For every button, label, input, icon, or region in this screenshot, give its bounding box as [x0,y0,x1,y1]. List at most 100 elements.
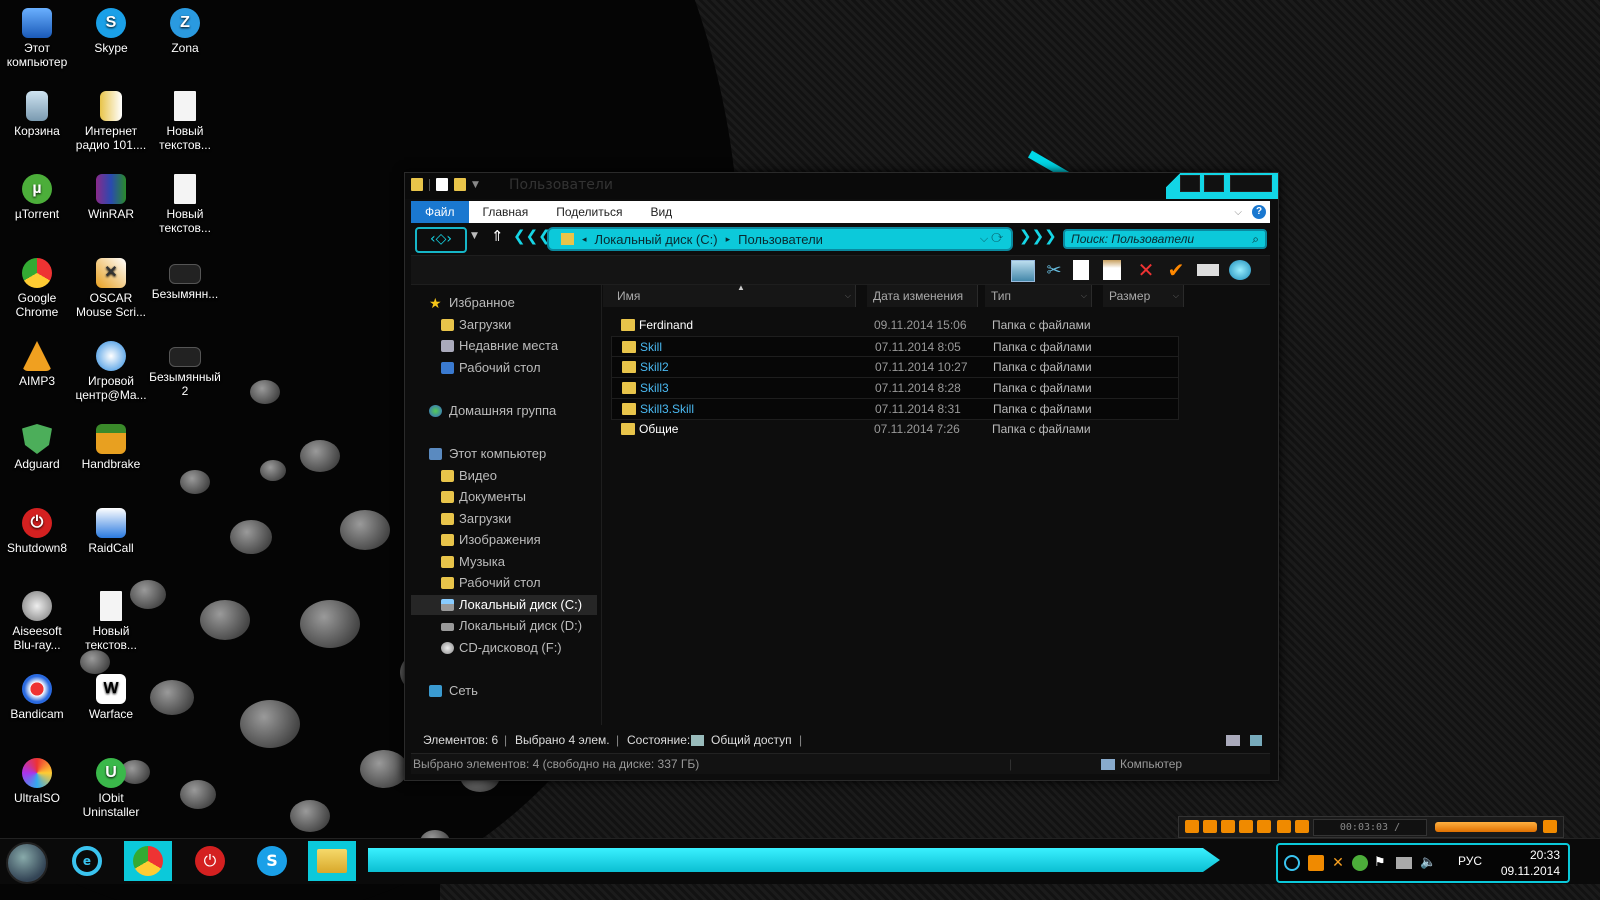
desktop-icon-shutdown8[interactable]: ⏻ Shutdown8 [0,502,74,555]
preview-pane-icon[interactable] [1011,260,1035,282]
minimize-button[interactable] [1180,175,1200,192]
nav-documents[interactable]: Документы [411,487,597,507]
new-folder-icon[interactable] [454,178,466,191]
explorer-window[interactable]: ▼ Пользователи Файл Главная Поделиться В… [404,172,1279,781]
desktop-icon-ultraiso[interactable]: UltraISO [0,752,74,805]
play-icon[interactable] [1185,820,1199,833]
desktop-icon-raidcall[interactable]: RaidCall [74,502,148,555]
table-row[interactable]: Skill 07.11.2014 8:05 Папка с файлами [611,335,1179,358]
nav-pictures[interactable]: Изображения [411,530,597,550]
checkmark-icon[interactable]: ✔ [1165,260,1187,280]
details-view-icon[interactable] [1226,735,1240,746]
table-row[interactable]: Skill3 07.11.2014 8:28 Папка с файлами [611,377,1179,400]
desktop-icon-utorrent[interactable]: µ µTorrent [0,168,74,221]
tiles-view-icon[interactable] [1250,735,1262,746]
copy-icon[interactable] [1073,260,1089,280]
chevron-down-icon[interactable]: ▼ [472,180,479,190]
nav-favorites[interactable]: ★ Избранное [411,293,597,313]
desktop-icon-this-pc[interactable]: Этот компьютер [0,2,74,69]
nav-homegroup[interactable]: Домашняя группа [411,401,597,421]
desktop-icon-textfile-3[interactable]: Новый текстов... [74,585,148,652]
tab-file[interactable]: Файл [411,201,469,223]
expand-ribbon-icon[interactable]: ⌵ [1234,207,1242,218]
nav-network[interactable]: Сеть [411,681,597,701]
taskbar-explorer[interactable] [308,841,356,881]
network-tray-icon[interactable] [1396,857,1412,869]
taskbar-ie[interactable]: e [64,841,112,881]
table-row[interactable]: Skill2 07.11.2014 10:27 Папка с файлами [611,356,1179,379]
desktop-icon-radio[interactable]: Интернет радио 101.... [74,85,148,152]
nav-downloads[interactable]: Загрузки [411,315,597,335]
address-bar[interactable]: ◂ Локальный диск (C:) ▸ Пользователи ⌵ ⟳ [547,227,1013,251]
tab-share[interactable]: Поделиться [542,201,636,223]
column-header-name[interactable]: Имя ▲ ⌵ [603,283,856,307]
ie-tray-icon[interactable] [1284,855,1300,871]
desktop-icon-iobit[interactable]: U IObit Uninstaller [74,752,148,819]
repeat-icon[interactable] [1277,820,1291,833]
properties-icon[interactable] [436,178,448,191]
paste-icon[interactable] [1103,260,1121,280]
desktop-icon-adguard[interactable]: Adguard [0,418,74,471]
nav-desktop-pc[interactable]: Рабочий стол [411,573,597,593]
maximize-button[interactable] [1204,175,1224,192]
clock[interactable]: 20:33 09.11.2014 [1501,847,1560,879]
oscar-tray-icon[interactable]: ✕ [1330,855,1346,871]
desktop-icon-oscar[interactable]: ✕ OSCAR Mouse Scri... [74,252,148,319]
player-close-icon[interactable] [1543,820,1557,833]
taskbar-shutdown8[interactable]: ⏻ [186,841,234,881]
close-button[interactable] [1230,175,1272,192]
desktop-icon-zona[interactable]: Z Zona [148,2,222,55]
tab-home[interactable]: Главная [469,201,543,223]
taskbar-chrome[interactable] [124,841,172,881]
nav-this-pc[interactable]: Этот компьютер [411,444,597,464]
address-dropdown-icon[interactable]: ⌵ ⟳ [980,233,1011,246]
desktop-icon-unnamed-1[interactable]: Безымянн... [148,252,222,301]
table-row[interactable]: Skill3.Skill 07.11.2014 8:31 Папка с файла… [611,397,1179,420]
volume-icon[interactable]: 🔈 [1420,855,1436,871]
breadcrumb-users[interactable]: Пользователи [738,232,823,247]
folder-icon[interactable] [411,178,423,191]
desktop-icon-textfile-1[interactable]: Новый текстов... [148,85,222,152]
globe-icon[interactable] [1229,260,1251,280]
stop-icon[interactable] [1221,820,1235,833]
desktop-icon-game-center[interactable]: Игровой центр@Ma... [74,335,148,402]
nav-cd-drive[interactable]: CD-дисковод (F:) [411,638,597,658]
column-header-date[interactable]: Дата изменения [867,285,978,307]
nav-desktop[interactable]: Рабочий стол [411,358,597,378]
desktop-icon-recycle-bin[interactable]: Корзина [0,85,74,138]
nav-video[interactable]: Видео [411,466,597,486]
previous-icon[interactable] [1239,820,1253,833]
desktop-icon-textfile-2[interactable]: Новый текстов... [148,168,222,235]
desktop-icon-winrar[interactable]: WinRAR [74,168,148,221]
pause-icon[interactable] [1203,820,1217,833]
desktop-icon-bandicam[interactable]: Bandicam [0,668,74,721]
aimp-tray-icon[interactable] [1308,855,1324,871]
desktop-icon-warface[interactable]: W Warface [74,668,148,721]
table-row[interactable]: Общие 07.11.2014 7:26 Папка с файлами [611,419,1177,439]
language-indicator[interactable]: РУС [1458,854,1482,868]
nav-music[interactable]: Музыка [411,552,597,572]
chevron-down-icon[interactable]: ⌵ [845,285,851,307]
table-row[interactable]: Ferdinand 09.11.2014 15:06 Папка с файлами [611,315,1177,335]
nav-disk-d[interactable]: Локальный диск (D:) [411,616,597,636]
search-icon[interactable]: ⌕ [1252,231,1259,247]
next-icon[interactable] [1257,820,1271,833]
nav-disk-c[interactable]: Локальный диск (C:) [411,595,597,615]
desktop-icon-unnamed-2[interactable]: Безымянный 2 [148,335,222,398]
desktop-icon-aimp[interactable]: AIMP3 [0,335,74,388]
desktop-icon-aiseesoft[interactable]: Aiseesoft Blu-ray... [0,585,74,652]
up-arrow-icon[interactable]: ⇑ [491,227,504,245]
delete-icon[interactable]: ✕ [1135,260,1157,280]
desktop-icon-skype[interactable]: S Skype [74,2,148,55]
title-bar[interactable]: ▼ Пользователи [405,173,1278,199]
flag-icon[interactable]: ⚑ [1374,855,1390,871]
chevron-down-icon[interactable]: ⌵ [1173,285,1179,307]
eject-icon[interactable] [1295,820,1309,833]
column-header-type[interactable]: Тип ⌵ [985,285,1092,307]
breadcrumb-disk-c[interactable]: Локальный диск (C:) [595,232,718,247]
start-button[interactable] [6,842,48,884]
help-icon[interactable]: ? [1252,205,1266,219]
chevron-down-icon[interactable]: ⌵ [1081,285,1087,307]
recent-dropdown-icon[interactable]: ▼ [471,231,478,241]
column-header-size[interactable]: Размер ⌵ [1103,285,1184,307]
